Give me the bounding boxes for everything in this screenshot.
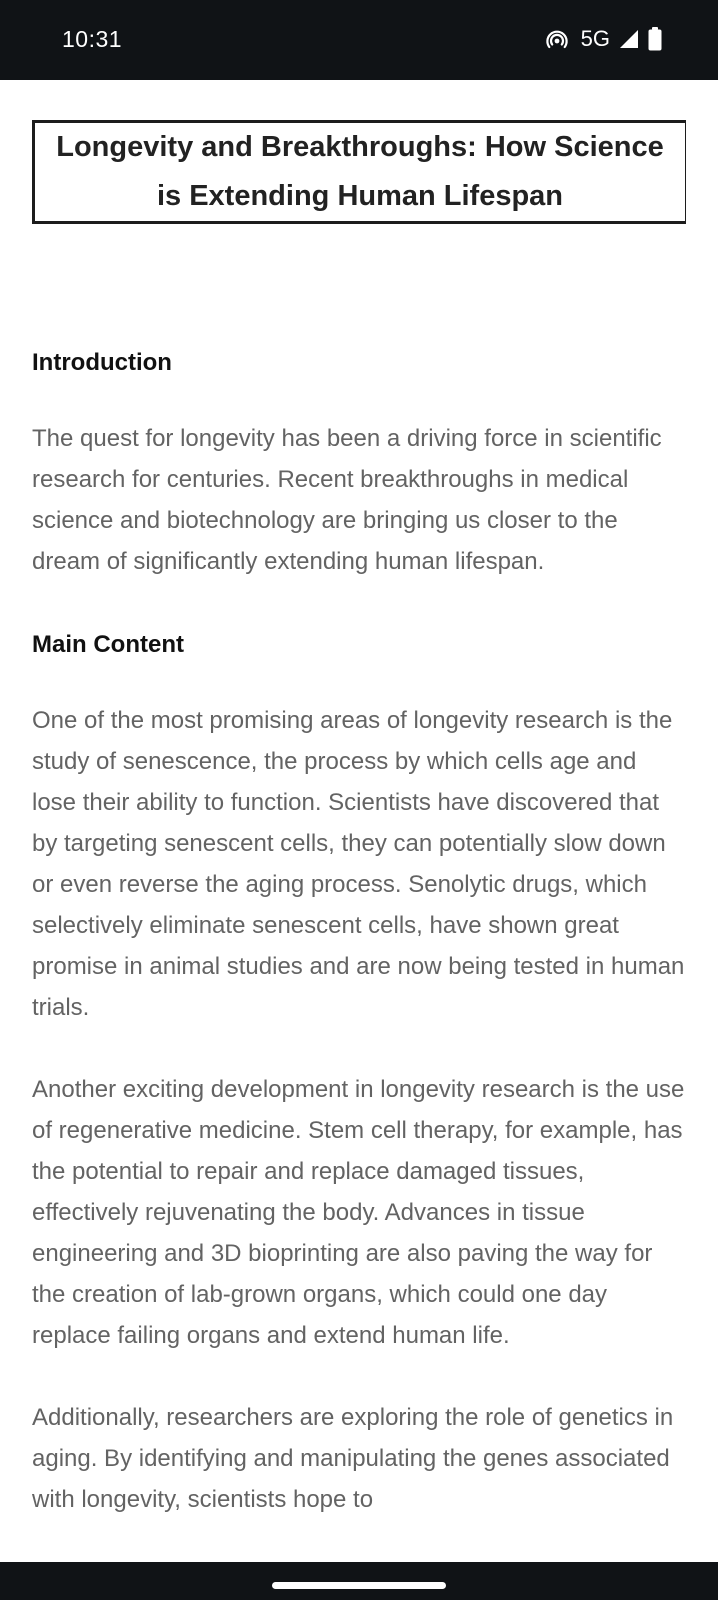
section-heading-introduction: Introduction xyxy=(32,349,172,376)
section-heading-main-content: Main Content xyxy=(32,631,184,658)
main-paragraph-senescence: One of the most promising areas of longe… xyxy=(32,707,685,1021)
home-gesture-handle[interactable] xyxy=(272,1582,446,1589)
status-icons: 5G xyxy=(545,24,662,54)
screen: 10:31 5G Longevity and Breakthroughs: Ho… xyxy=(0,0,718,1600)
main-paragraph-regenerative: Another exciting development in longevit… xyxy=(32,1076,685,1349)
hotspot-icon xyxy=(545,27,569,51)
intro-paragraph: The quest for longevity has been a drivi… xyxy=(32,425,662,575)
main-paragraph-genetics: Additionally, researchers are exploring … xyxy=(32,1404,674,1513)
signal-icon xyxy=(618,28,640,50)
network-type-label: 5G xyxy=(580,26,610,51)
article-title: Longevity and Breakthroughs: How Science… xyxy=(56,131,664,212)
status-bar: 10:31 5G xyxy=(0,0,718,80)
status-time: 10:31 xyxy=(62,26,123,52)
battery-icon xyxy=(648,27,662,51)
navigation-bar xyxy=(0,1562,718,1600)
article-content: Longevity and Breakthroughs: How Science… xyxy=(32,80,686,1562)
article-title-box: Longevity and Breakthroughs: How Science… xyxy=(32,120,686,224)
